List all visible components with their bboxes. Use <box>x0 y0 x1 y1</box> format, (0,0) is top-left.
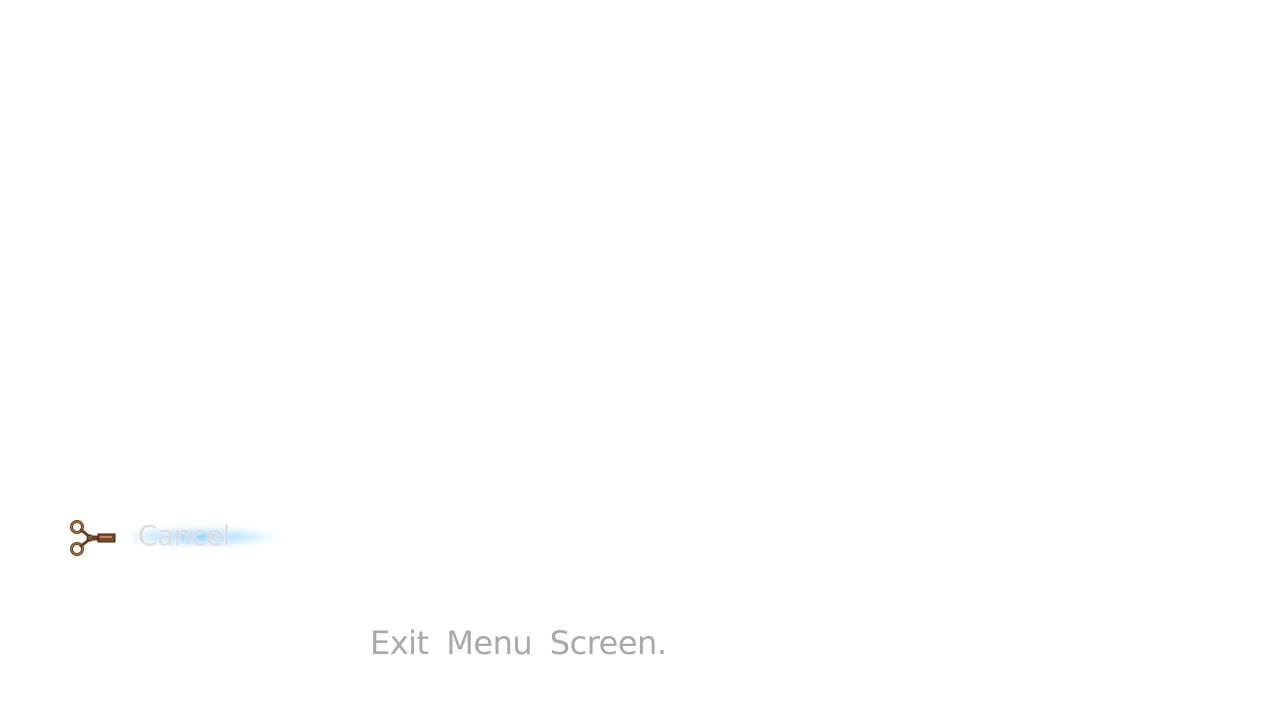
menu-option-cancel[interactable]: Cancel <box>68 516 308 560</box>
menu-option-label: Cancel <box>138 519 230 552</box>
scissors-icon <box>68 518 118 558</box>
menu-help-text: Exit Menu Screen. <box>370 624 667 662</box>
game-menu-screen: Cancel Exit Menu Screen. <box>0 0 1280 720</box>
